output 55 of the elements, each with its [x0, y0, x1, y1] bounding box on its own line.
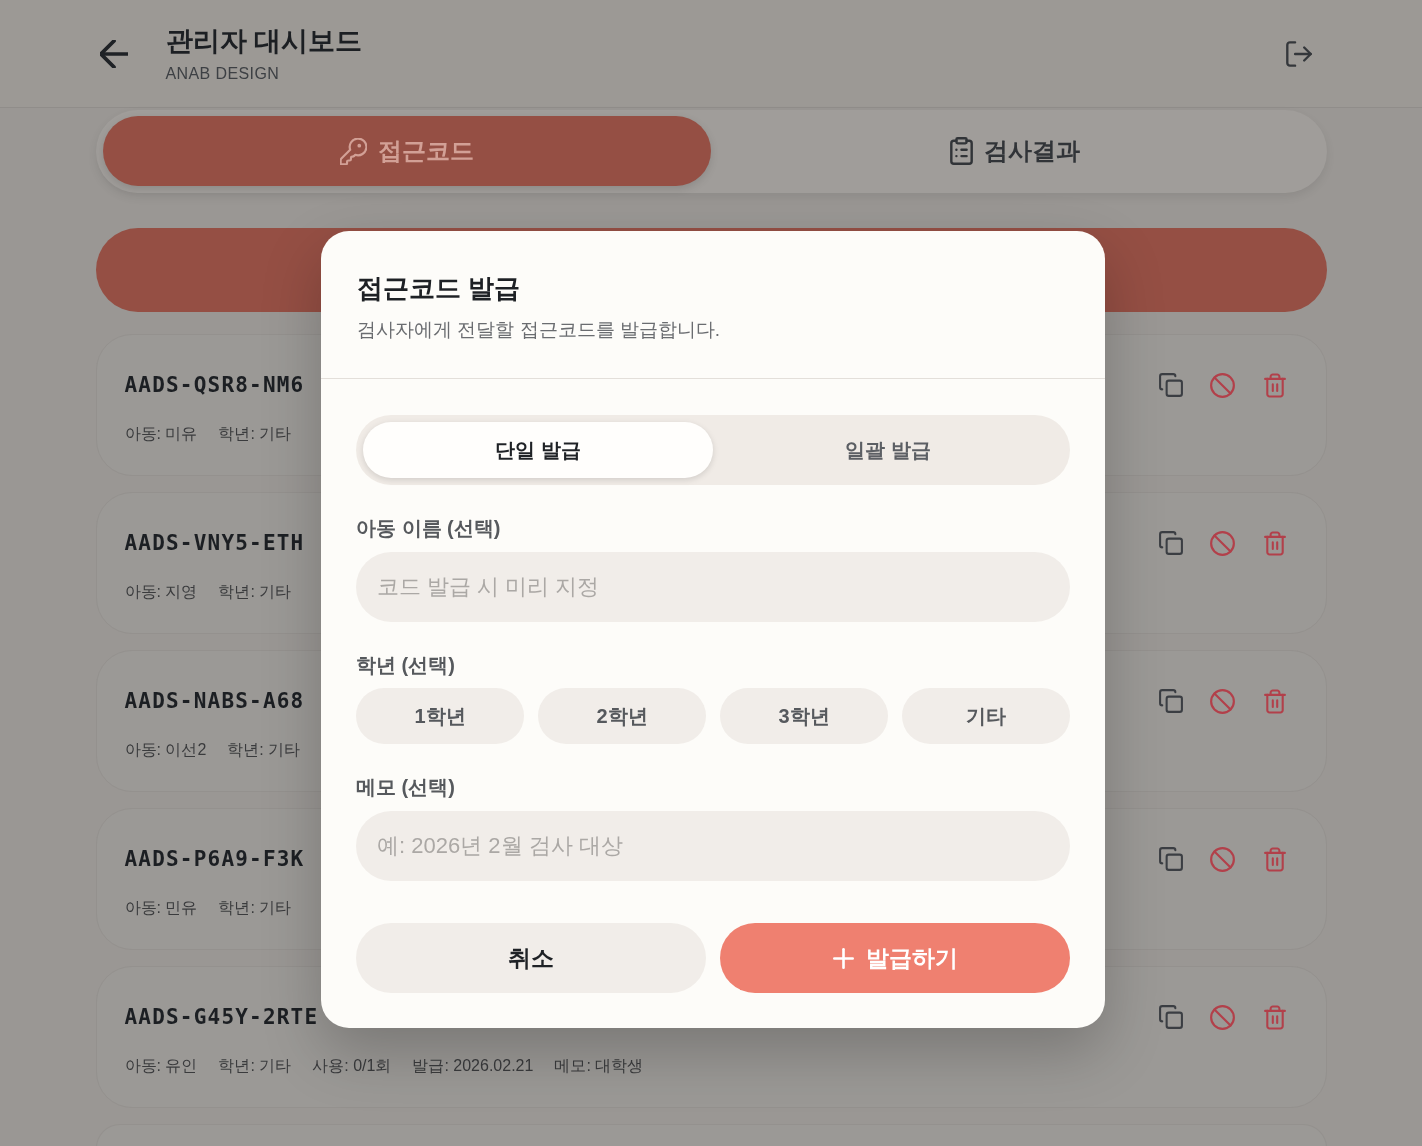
- code-detail: 아동: 유인: [124, 1056, 198, 1076]
- code-detail: 학년: 기타: [218, 424, 292, 444]
- ban-icon: [1210, 846, 1235, 872]
- code-detail: 사용: 0/1회: [312, 1056, 392, 1076]
- clipboard-list-icon: [950, 137, 974, 165]
- trash-icon: [1263, 846, 1286, 872]
- copy-icon: [1158, 847, 1183, 871]
- trash-icon: [1263, 530, 1286, 556]
- access-code: AADS-NABS-A68: [124, 688, 305, 715]
- access-code: AADS-VNY5-ETH: [124, 530, 305, 557]
- ban-icon: [1210, 688, 1235, 714]
- ban-icon: [1210, 530, 1235, 556]
- code-detail: 메모: 대학생: [554, 1056, 644, 1076]
- grade-option[interactable]: 1학년: [356, 688, 524, 744]
- grade-option[interactable]: 기타: [902, 688, 1070, 744]
- logout-icon: [1285, 40, 1312, 67]
- access-code: AADS-P6A9-F3K: [124, 846, 305, 873]
- page-title: 관리자 대시보드: [165, 24, 362, 58]
- memo-input[interactable]: 예: 2026년 2월 검사 대상: [356, 811, 1070, 881]
- page-subtitle: ANAB DESIGN: [165, 63, 281, 84]
- trash-icon: [1263, 1004, 1286, 1030]
- copy-icon: [1158, 689, 1183, 713]
- field-label: 메모 (선택): [356, 775, 456, 800]
- code-detail: 학년: 기타: [218, 1056, 292, 1076]
- field-label: 아동 이름 (선택): [356, 516, 502, 541]
- back-button[interactable]: [97, 37, 130, 70]
- ban-icon: [1210, 1004, 1235, 1030]
- access-code: AADS-G45Y-2RTE: [124, 1004, 319, 1031]
- code-detail: 아동: 이선2: [124, 740, 207, 760]
- copy-icon: [1158, 531, 1183, 555]
- cancel-button[interactable]: 취소: [356, 923, 706, 993]
- plus-icon: [832, 947, 854, 969]
- grade-option[interactable]: 3학년: [720, 688, 888, 744]
- field-label: 학년 (선택): [356, 653, 456, 678]
- code-detail: 발급: 2026.02.21: [412, 1056, 534, 1076]
- code-detail: 학년: 기타: [227, 740, 301, 760]
- code-detail: 아동: 지영: [124, 582, 198, 602]
- mode-tab[interactable]: 일괄 발급: [713, 422, 1063, 478]
- grade-option[interactable]: 2학년: [538, 688, 706, 744]
- dialog-title: 접근코드 발급: [357, 272, 522, 305]
- access-code: AADS-QSR8-NM6: [124, 372, 305, 399]
- code-detail: 학년: 기타: [218, 582, 292, 602]
- code-detail: 아동: 민유: [124, 898, 198, 918]
- copy-icon: [1158, 373, 1183, 397]
- key-icon: [339, 137, 367, 165]
- ban-icon: [1210, 372, 1235, 398]
- tab[interactable]: 검사결과: [711, 116, 1320, 186]
- code-detail: 학년: 기타: [218, 898, 292, 918]
- trash-icon: [1263, 688, 1286, 714]
- mode-tab[interactable]: 단일 발급: [363, 422, 713, 478]
- copy-icon: [1158, 1005, 1183, 1029]
- name-input[interactable]: 코드 발급 시 미리 지정: [356, 552, 1070, 622]
- code-detail: 아동: 미유: [124, 424, 198, 444]
- trash-icon: [1263, 372, 1286, 398]
- dialog-description: 검사자에게 전달할 접근코드를 발급합니다.: [357, 318, 722, 342]
